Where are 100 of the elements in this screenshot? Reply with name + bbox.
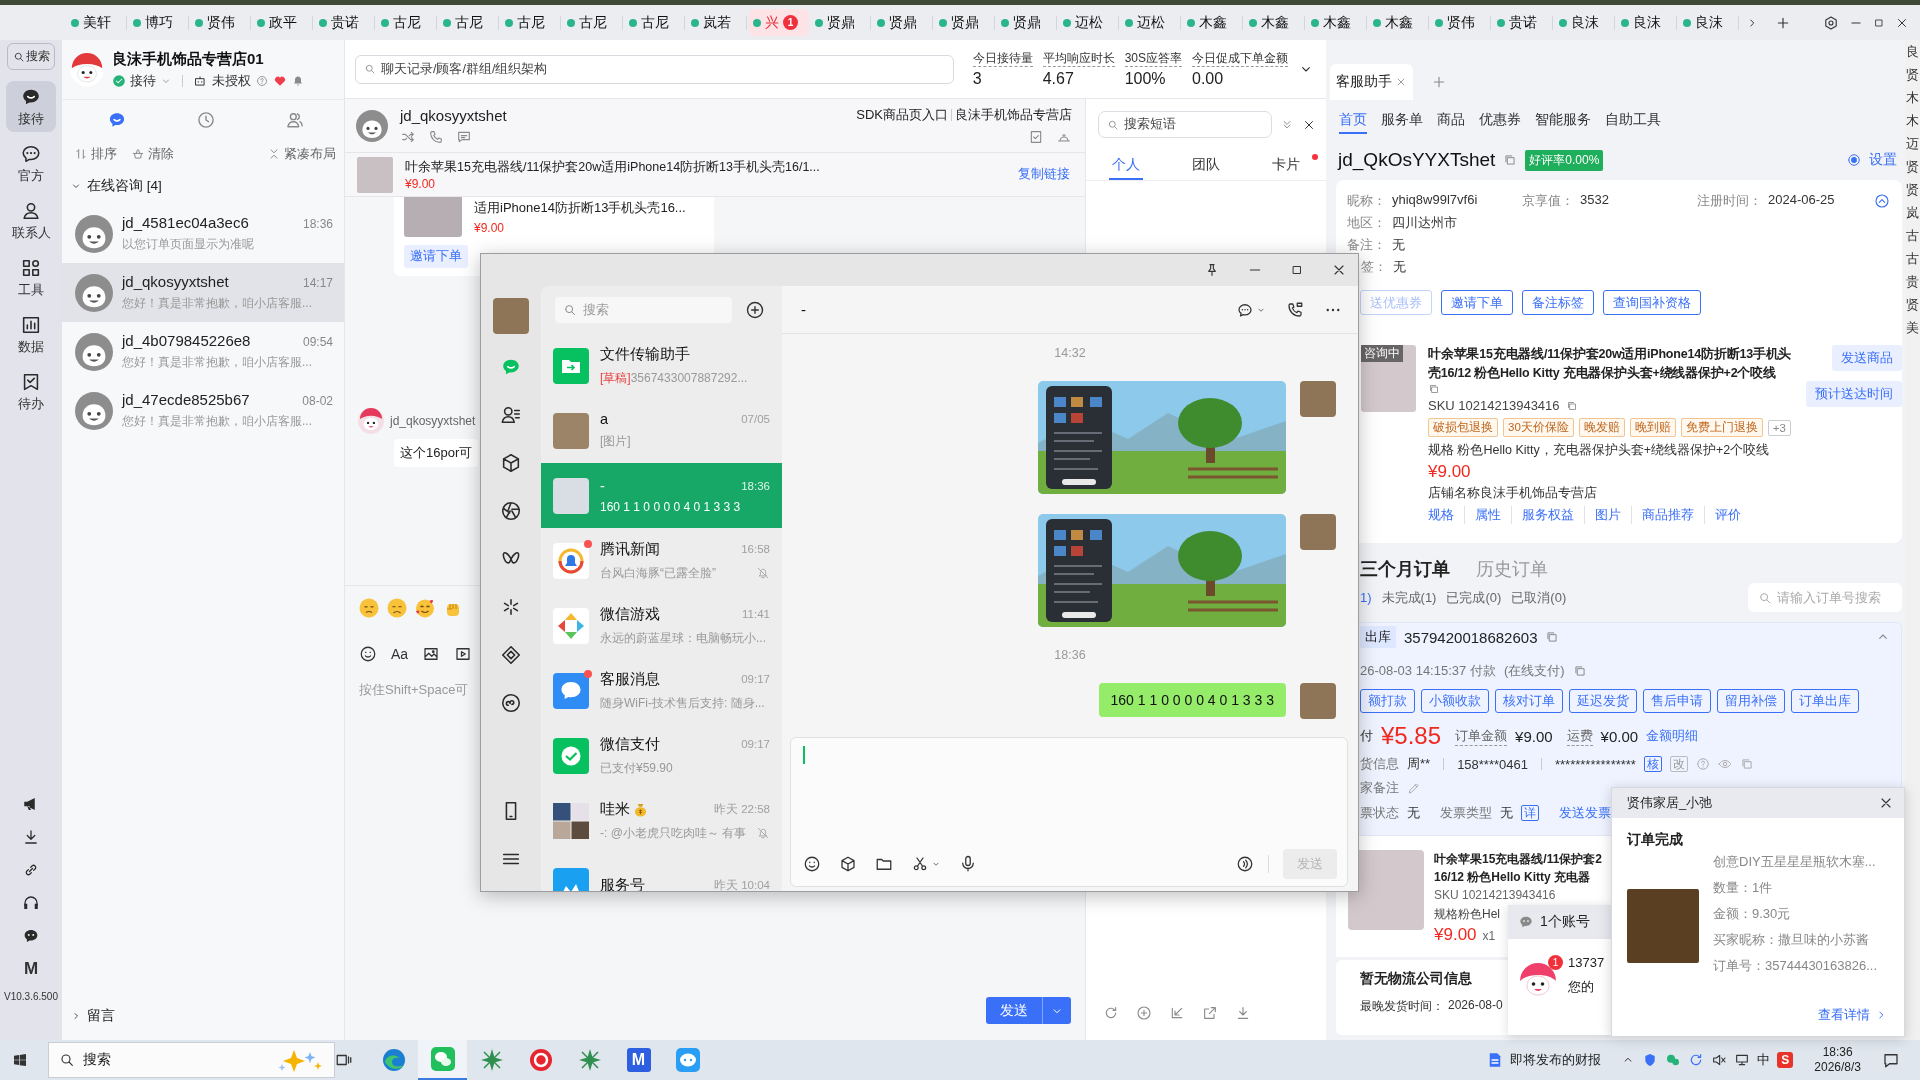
help-icon[interactable]	[256, 75, 268, 87]
video-icon[interactable]	[454, 645, 473, 663]
search-field[interactable]: 聊天记录/顾客/群组/组织架构	[355, 54, 954, 84]
copy-icon[interactable]	[1572, 664, 1587, 678]
sidebar-item[interactable]: 联系人	[6, 195, 56, 246]
filter-tab[interactable]: 已取消(0)	[1511, 588, 1567, 607]
action-button[interactable]: 备注标签	[1522, 290, 1594, 315]
view-details-link[interactable]: 查看详情	[1818, 1006, 1870, 1024]
font-button[interactable]: Aa	[391, 645, 409, 663]
orders-tab[interactable]: 三个月订单	[1360, 557, 1450, 581]
side-tab[interactable]: 良	[1906, 44, 1919, 59]
diamond-icon[interactable]	[500, 644, 522, 666]
side-tab[interactable]: 贤	[1906, 297, 1919, 312]
download-icon[interactable]	[22, 828, 40, 846]
order-action-button[interactable]: 小额收款	[1421, 689, 1489, 713]
voice-icon[interactable]	[1236, 855, 1254, 873]
side-tab[interactable]: 迈	[1906, 136, 1919, 151]
verify-button[interactable]: 核	[1643, 756, 1662, 772]
refresh-icon[interactable]	[1103, 1005, 1119, 1021]
emoji-icon[interactable]	[359, 645, 377, 663]
sad-face-icon[interactable]	[359, 598, 379, 618]
clock[interactable]: 18:36 2026/8/3	[1814, 1045, 1861, 1075]
chat-list-item[interactable]: 哇米 昨天 22:58 -: @小老虎只吃肉哇～ 有事	[541, 788, 782, 853]
product-link[interactable]: 商品推荐	[1631, 506, 1704, 524]
order-action-button[interactable]: 留用补偿	[1717, 689, 1785, 713]
accounts-header[interactable]: 1个账号	[1508, 905, 1611, 939]
game-screenshot-drawing[interactable]	[1038, 381, 1286, 494]
settings-icon[interactable]	[1823, 14, 1839, 31]
copy-link[interactable]: 复制链接	[1018, 166, 1070, 183]
detail-button[interactable]: 详	[1521, 805, 1539, 821]
sidebar-item[interactable]: 官方	[6, 138, 56, 189]
sort-button[interactable]: 排序	[74, 145, 117, 163]
people-icon[interactable]	[285, 110, 306, 130]
clear-button[interactable]: 清除	[131, 145, 174, 163]
side-tab[interactable]: 岚	[1906, 205, 1919, 220]
nav-tab[interactable]: 商品	[1437, 100, 1465, 140]
nav-tab[interactable]: 智能服务	[1535, 100, 1591, 140]
copy-icon[interactable]	[1428, 383, 1440, 395]
sidebar-item[interactable]: 接待	[6, 81, 56, 132]
maximize-icon[interactable]	[1873, 16, 1885, 29]
compact-layout-button[interactable]: 紧凑布局	[267, 145, 336, 163]
bell-icon[interactable]	[292, 75, 304, 87]
more-tags-badge[interactable]: +3	[1767, 419, 1791, 436]
chat-bubbles-icon[interactable]	[1665, 1052, 1682, 1068]
sidebar-item[interactable]: 数据	[6, 309, 56, 360]
amount-detail-link[interactable]: 金额明细	[1646, 727, 1699, 745]
side-tab[interactable]: 贤	[1906, 182, 1919, 197]
copy-icon[interactable]	[1565, 399, 1578, 412]
speaker-muted-icon[interactable]	[1711, 1052, 1728, 1068]
filter-tab[interactable]: 1)	[1360, 590, 1372, 605]
cube-icon[interactable]	[839, 855, 857, 873]
chat-list-item[interactable]: 客服消息 09:17 随身WiFi-技术售后支持: 随身...	[541, 658, 782, 723]
order-action-button[interactable]: 订单出库	[1791, 689, 1859, 713]
product-link[interactable]: 服务权益	[1511, 506, 1584, 524]
headset-icon[interactable]	[22, 894, 40, 912]
sidebar-item[interactable]: 待办	[6, 366, 56, 417]
send-button[interactable]: 发送	[986, 997, 1042, 1024]
chat-list-item[interactable]: 腾讯新闻 16:58 台风白海豚“已露全脸”	[541, 528, 782, 593]
input-method-button[interactable]: 中	[1757, 1051, 1771, 1069]
order-action-button[interactable]: 售后申请	[1643, 689, 1711, 713]
maximize-icon[interactable]	[1290, 263, 1304, 277]
side-tab[interactable]: 贤	[1906, 159, 1919, 174]
search-field[interactable]: 搜索短语	[1098, 111, 1272, 138]
invite-order-button[interactable]: 邀请下单	[404, 245, 468, 268]
side-tab[interactable]: 贤	[1906, 67, 1919, 82]
app-logo[interactable]: S	[1777, 1052, 1794, 1068]
heart-icon[interactable]	[273, 74, 287, 88]
chat-list-item[interactable]: 微信支付 09:17 已支付¥59.90	[541, 723, 782, 788]
external-link-icon[interactable]	[1202, 1005, 1218, 1021]
send-invoice-link[interactable]: 发送发票	[1559, 804, 1611, 822]
product-link[interactable]: 规格	[1428, 506, 1464, 524]
side-tab[interactable]: 贵	[1906, 274, 1919, 289]
side-tab[interactable]: 古	[1906, 228, 1919, 243]
image-icon[interactable]	[422, 645, 441, 663]
tab[interactable]: 团队	[1166, 150, 1246, 180]
side-tab[interactable]: 木	[1906, 113, 1919, 128]
order-action-button[interactable]: 额打款	[1360, 689, 1415, 713]
product-link[interactable]: 图片	[1584, 506, 1631, 524]
nav-tab[interactable]: 服务单	[1381, 100, 1423, 140]
clock-icon[interactable]	[196, 110, 216, 130]
store-tab[interactable]: 兴 1	[749, 9, 809, 36]
chat-list-item[interactable]: a 07/05 [图片]	[541, 398, 782, 463]
tab[interactable]: 卡片	[1246, 150, 1326, 180]
settings-link[interactable]: 设置	[1869, 151, 1897, 169]
microphone-icon[interactable]	[959, 855, 977, 873]
collapse-icon[interactable]	[1874, 193, 1890, 209]
filter-tab[interactable]: 已完成(0)	[1446, 588, 1502, 607]
conversation-item[interactable]: jd_qkosyyxtshet 14:17 您好！真是非常抱歉，咱小店客服...	[62, 263, 344, 322]
side-tab[interactable]: 美	[1906, 320, 1919, 335]
contacts-icon[interactable]	[500, 404, 522, 426]
copy-icon[interactable]	[1503, 153, 1518, 167]
nav-tab[interactable]: 优惠券	[1479, 100, 1521, 140]
call-icon[interactable]	[1286, 300, 1304, 319]
group-header[interactable]: 留言	[62, 996, 344, 1036]
emoji-icon[interactable]	[803, 855, 821, 873]
aperture-icon[interactable]	[500, 500, 522, 522]
frowning-face-icon[interactable]	[387, 598, 407, 618]
order-action-button[interactable]: 延迟发货	[1569, 689, 1637, 713]
product-link[interactable]: 属性	[1464, 506, 1511, 524]
add-icon[interactable]	[745, 299, 765, 320]
